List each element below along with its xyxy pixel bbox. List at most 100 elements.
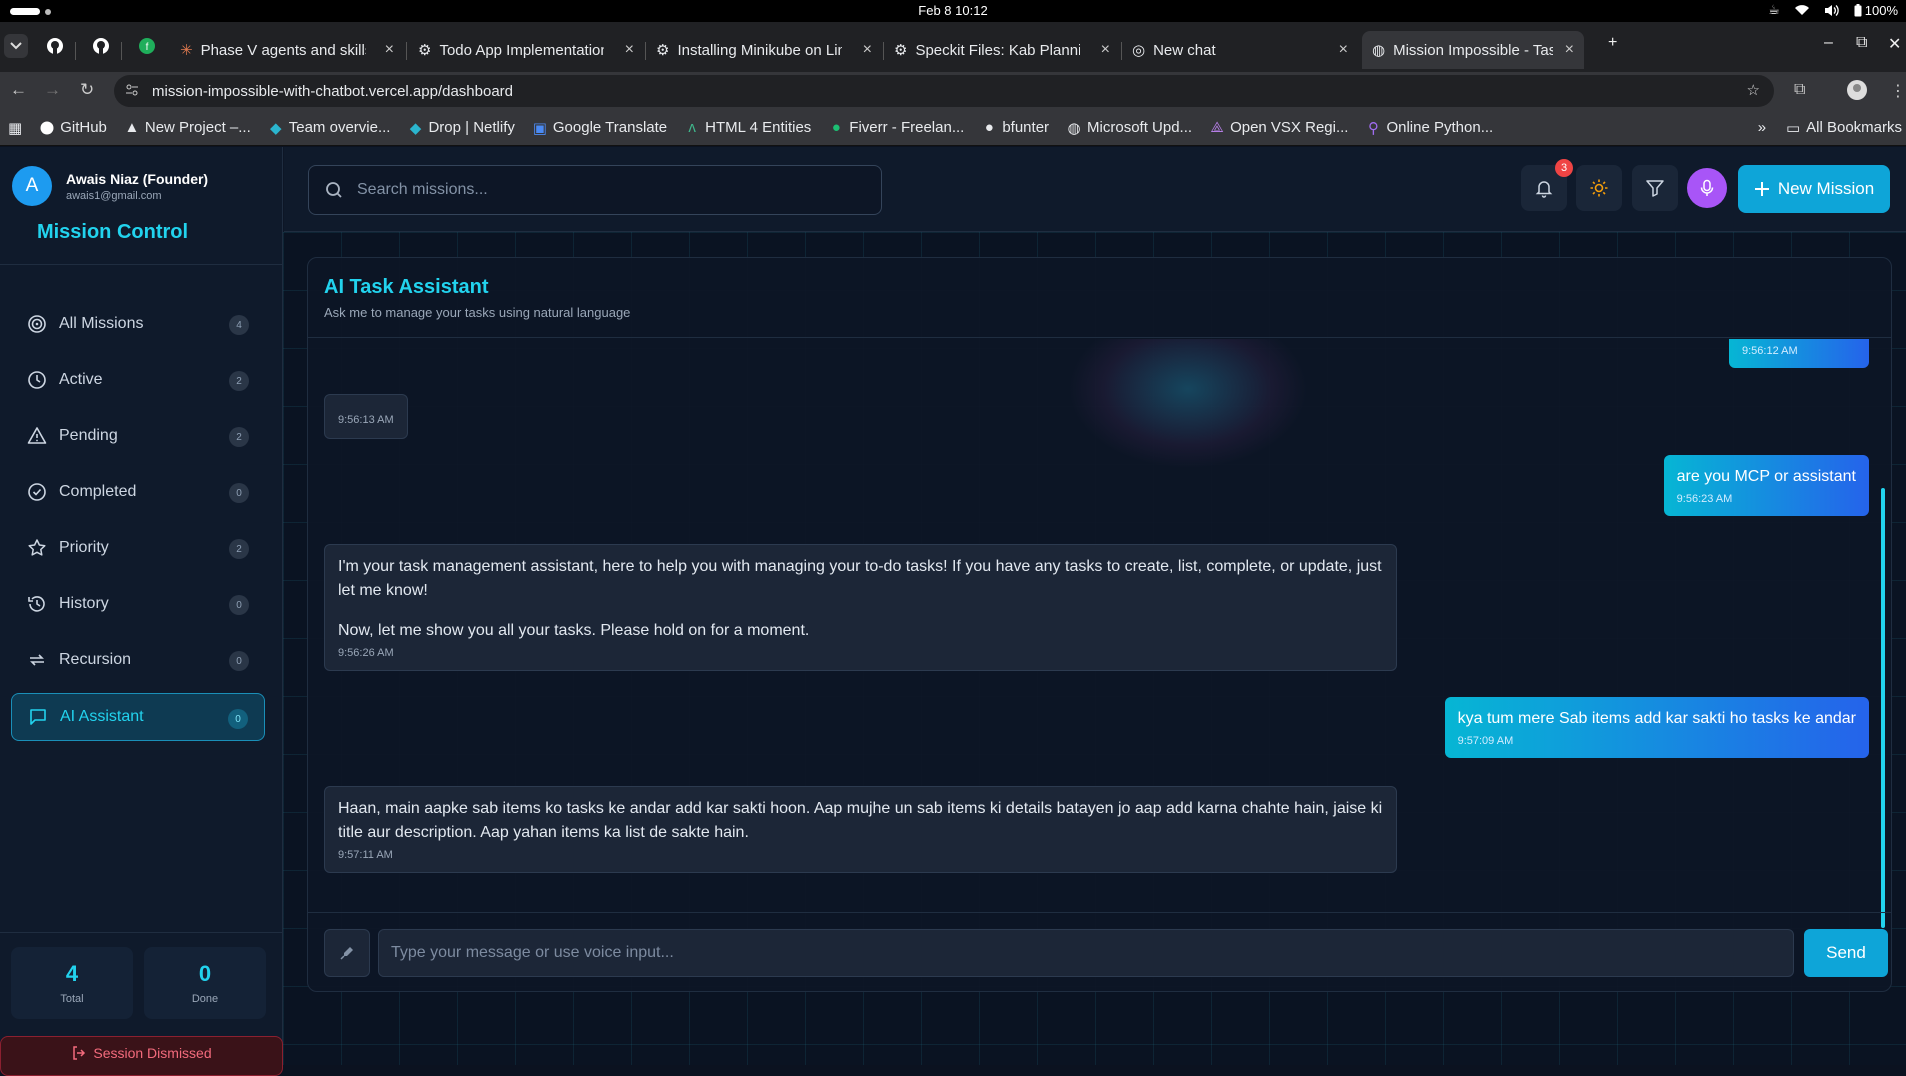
bookmark-star-icon[interactable]: ☆ [1747, 81, 1760, 99]
close-icon[interactable]: × [863, 41, 872, 59]
brand-title: Mission Control [36, 221, 189, 243]
warning-icon [27, 426, 47, 446]
bookmark-new-project[interactable]: ▲ New Project –... [124, 119, 250, 136]
bookmark-html-entities[interactable]: ᴧ HTML 4 Entities [685, 119, 811, 136]
claude-icon: ✳ [180, 42, 193, 59]
chat-scrollbar[interactable] [1881, 488, 1885, 928]
profile-avatar[interactable] [1846, 79, 1868, 101]
message-list[interactable]: 9:56:12 AM 9:56:13 AM are you MCP or ass… [308, 339, 1891, 884]
site-settings-icon[interactable] [124, 82, 140, 98]
sidebar-item-active[interactable]: Active 2 [11, 356, 265, 404]
sidebar-item-history[interactable]: History 0 [11, 580, 265, 628]
message-input[interactable] [378, 929, 1794, 977]
send-button[interactable]: Send [1804, 929, 1888, 977]
count-badge: 2 [229, 539, 249, 559]
tab-title: New chat [1153, 41, 1216, 59]
tab-minikube[interactable]: ⚙ Installing Minikube on Linux × [646, 31, 882, 69]
bookmark-team-overview[interactable]: ◆ Team overvie... [269, 119, 391, 137]
minimize-button[interactable]: – [1824, 34, 1833, 52]
pinned-tab-github[interactable] [44, 35, 66, 57]
extensions-icon[interactable]: ⧉ [1794, 81, 1805, 99]
close-icon[interactable]: × [1565, 41, 1574, 59]
bookmark-online-python[interactable]: ⚲ Online Python... [1366, 119, 1493, 137]
bookmark-google-translate[interactable]: ▣ Google Translate [533, 119, 667, 137]
filter-icon [1645, 178, 1665, 198]
maximize-button[interactable]: ⧉ [1856, 34, 1867, 52]
close-icon[interactable]: × [1101, 41, 1110, 59]
sidebar-item-label: AI Assistant [60, 708, 144, 725]
github-icon [92, 37, 110, 55]
new-mission-button[interactable]: New Mission [1738, 165, 1890, 213]
wifi-icon[interactable] [1794, 4, 1810, 16]
coffee-icon[interactable]: ☕ [1768, 2, 1780, 18]
bookmark-microsoft-update[interactable]: ◍ Microsoft Upd... [1067, 119, 1192, 137]
apps-grid-icon[interactable]: ▦ [8, 119, 22, 137]
battery-status[interactable]: 100% [1854, 3, 1898, 18]
bookmark-bfunter[interactable]: ● bfunter [982, 119, 1049, 136]
sidebar-item-label: All Missions [59, 315, 144, 332]
sidebar-item-recursion[interactable]: Recursion 0 [11, 636, 265, 684]
target-icon [27, 314, 47, 334]
user-message: are you MCP or assistant 9:56:23 AM [1663, 455, 1869, 516]
sidebar-item-label: History [59, 595, 109, 612]
logout-button[interactable]: Session Dismissed [0, 1036, 283, 1076]
bell-icon [1534, 178, 1554, 198]
avatar[interactable]: A [12, 166, 52, 206]
volume-icon[interactable] [1824, 4, 1840, 17]
forward-button[interactable]: → [44, 80, 61, 100]
assistant-message: Haan, main aapke sab items ko tasks ke a… [324, 786, 1397, 873]
bookmark-github[interactable]: GitHub [40, 119, 107, 136]
pinned-tab-github-2[interactable] [90, 35, 112, 57]
reload-button[interactable]: ↻ [80, 80, 94, 100]
sun-icon [1589, 178, 1609, 198]
voice-button[interactable] [1687, 168, 1727, 208]
chat-input-row: Send [308, 912, 1891, 991]
browser-menu-icon[interactable]: ⋮ [1890, 81, 1906, 101]
tab-todo-app[interactable]: ⚙ Todo App Implementation × [408, 31, 644, 69]
chat-icon: ◎ [1132, 42, 1146, 59]
sidebar-item-ai-assistant[interactable]: AI Assistant 0 [11, 693, 265, 741]
new-tab-button[interactable]: + [1608, 34, 1617, 52]
chat-header: AI Task Assistant Ask me to manage your … [308, 258, 1891, 338]
notification-count-badge: 3 [1555, 159, 1573, 177]
bookmarks-overflow-button[interactable]: » [1758, 119, 1766, 136]
sidebar-item-priority[interactable]: Priority 2 [11, 524, 265, 572]
os-clock[interactable]: Feb 8 10:12 [0, 3, 1906, 18]
message-text: kya tum mere Sab items add kar sakti ho … [1457, 710, 1856, 727]
bookmark-drop-netlify[interactable]: ◆ Drop | Netlify [408, 119, 515, 137]
close-icon[interactable]: × [625, 41, 634, 59]
sidebar-item-pending[interactable]: Pending 2 [11, 412, 265, 460]
theme-toggle-button[interactable] [1576, 165, 1622, 211]
address-bar[interactable]: mission-impossible-with-chatbot.vercel.a… [114, 75, 1774, 107]
close-icon[interactable]: × [385, 41, 394, 59]
message-time: 9:56:13 AM [338, 414, 394, 426]
count-badge: 0 [229, 595, 249, 615]
close-window-button[interactable]: ✕ [1888, 34, 1901, 54]
count-badge: 0 [228, 709, 248, 729]
sidebar-item-all-missions[interactable]: All Missions 4 [11, 300, 265, 348]
all-bookmarks-button[interactable]: ▭ All Bookmarks [1786, 119, 1902, 137]
count-badge: 2 [229, 371, 249, 391]
bookmark-fiverr[interactable]: ● Fiverr - Freelan... [829, 119, 965, 136]
tab-search-button[interactable] [4, 34, 28, 58]
message-text: I'm your task management assistant, here… [338, 558, 1382, 599]
search-icon [325, 181, 343, 199]
voice-input-button[interactable] [324, 929, 370, 977]
notifications-button[interactable]: 3 [1521, 159, 1573, 211]
pinned-tab-app[interactable]: f [136, 35, 158, 57]
vsx-icon: ⟁ [1210, 119, 1224, 136]
tab-speckit[interactable]: ⚙ Speckit Files: Kab Planning × [884, 31, 1120, 69]
tab-title: Installing Minikube on Linux [677, 41, 843, 59]
filter-button[interactable] [1632, 165, 1678, 211]
back-button[interactable]: ← [10, 80, 27, 100]
search-input[interactable]: Search missions... [357, 181, 488, 199]
tab-mission-impossible[interactable]: ◍ Mission Impossible - Task × [1362, 31, 1584, 69]
count-badge: 2 [229, 427, 249, 447]
bookmark-open-vsx[interactable]: ⟁ Open VSX Regi... [1210, 119, 1348, 136]
tab-phase-v[interactable]: ✳ Phase V agents and skills × [170, 31, 404, 69]
sidebar-item-completed[interactable]: Completed 0 [11, 468, 265, 516]
os-top-bar: Feb 8 10:12 ☕ 100% [0, 0, 1906, 22]
tab-new-chat[interactable]: ◎ New chat × [1122, 31, 1358, 69]
close-icon[interactable]: × [1339, 41, 1348, 59]
search-box[interactable]: Search missions... [308, 165, 882, 215]
